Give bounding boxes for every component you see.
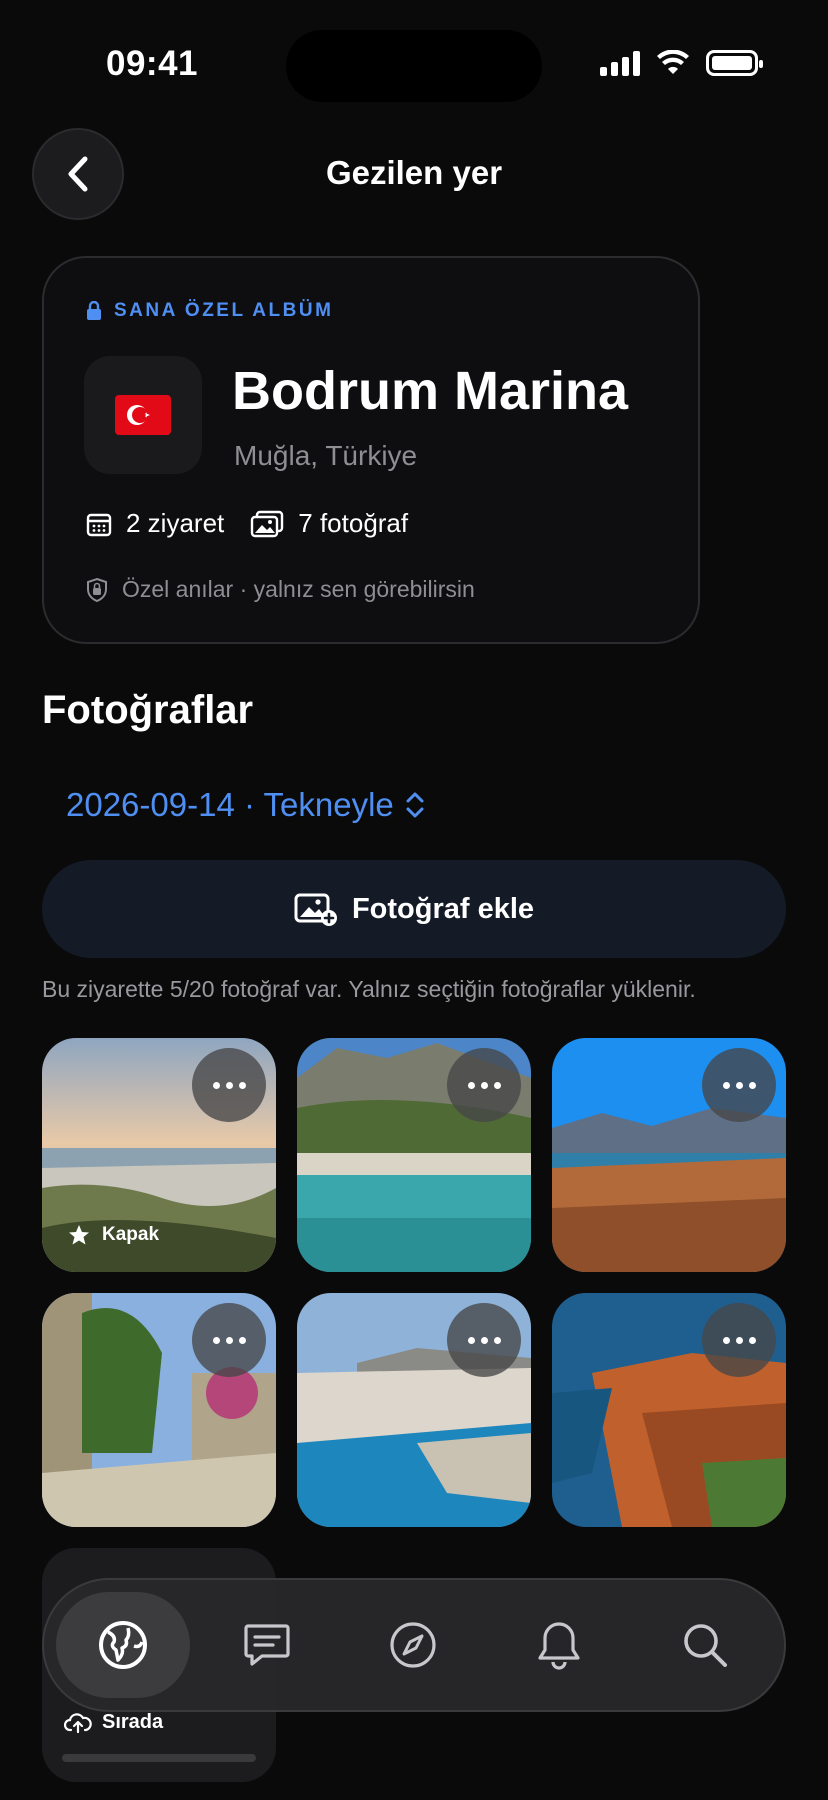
photo-thumbnail[interactable] [552, 1038, 786, 1272]
privacy-text: Özel anılar · yalnız sen görebilirsin [122, 576, 475, 602]
tab-messages[interactable] [200, 1592, 334, 1698]
cover-badge: Kapak [68, 1224, 159, 1246]
globe-icon [99, 1621, 147, 1669]
bell-icon [538, 1622, 580, 1670]
page-title: Gezilen yer [325, 154, 503, 191]
visit-selector[interactable]: 2026-09-14 · Tekneyle [66, 786, 426, 824]
more-options-button[interactable] [702, 1303, 776, 1377]
chevron-up-down-icon [406, 792, 424, 818]
tab-explore[interactable] [346, 1592, 480, 1698]
photo-thumbnail[interactable] [42, 1293, 276, 1527]
more-options-button[interactable] [192, 1048, 266, 1122]
add-photo-icon [294, 893, 337, 926]
add-photo-button[interactable]: Fotoğraf ekle [42, 860, 786, 958]
battery-icon [706, 50, 763, 76]
more-options-button[interactable] [702, 1048, 776, 1122]
lock-icon [87, 301, 101, 320]
privacy-note: Özel anılar · yalnız sen görebilirsin [86, 576, 475, 603]
flag-badge [84, 356, 202, 474]
cover-label: Kapak [102, 1224, 160, 1245]
photo-thumbnail[interactable] [297, 1038, 531, 1272]
photo-thumbnail[interactable] [552, 1293, 786, 1527]
tab-globe[interactable] [56, 1592, 190, 1698]
search-icon [684, 1624, 727, 1667]
status-time: 09:41 [106, 44, 199, 83]
visits-stat: 2 ziyaret [86, 508, 224, 539]
photos-count: 7 fotoğraf [298, 508, 409, 538]
place-card: SANA ÖZEL ALBÜM Bodrum Marina Muğla, Tür… [42, 256, 700, 644]
photo-thumbnail[interactable]: Kapak [42, 1038, 276, 1272]
place-name: Bodrum Marina [232, 361, 629, 421]
dynamic-island [286, 30, 542, 102]
tab-notifications[interactable] [492, 1592, 626, 1698]
photo-thumbnail[interactable] [297, 1293, 531, 1527]
status-icons [600, 50, 763, 76]
turkey-flag-icon [115, 395, 171, 435]
add-photo-label: Fotoğraf ekle [351, 892, 535, 925]
signal-icon [600, 50, 640, 76]
shield-lock-icon [87, 577, 107, 602]
tab-search[interactable] [638, 1592, 772, 1698]
pending-text: Sırada [102, 1711, 164, 1733]
more-options-button[interactable] [447, 1303, 521, 1377]
star-icon [69, 1225, 89, 1245]
cloud-upload-icon [64, 1712, 92, 1733]
place-location: Muğla, Türkiye [234, 440, 418, 471]
chat-icon [244, 1624, 290, 1666]
photos-stat: 7 fotoğraf [250, 508, 408, 539]
more-options-button[interactable] [447, 1048, 521, 1122]
tab-bar [42, 1578, 786, 1712]
place-stats: 2 ziyaret 7 fotoğraf [86, 508, 408, 539]
visit-selector-label: 2026-09-14 · Tekneyle [66, 786, 394, 823]
pending-label: Sırada [64, 1711, 163, 1734]
private-album-text: SANA ÖZEL ALBÜM [114, 300, 334, 321]
calendar-icon [86, 513, 112, 536]
visits-count: 2 ziyaret [126, 508, 225, 538]
upload-hint: Bu ziyarette 5/20 fotoğraf var. Yalnız s… [42, 976, 696, 1002]
photos-section-title: Fotoğraflar [42, 688, 254, 732]
wifi-icon [657, 50, 689, 74]
private-album-label: SANA ÖZEL ALBÜM [86, 300, 333, 322]
upload-progress-bar [62, 1754, 256, 1762]
more-options-button[interactable] [192, 1303, 266, 1377]
compass-icon [390, 1622, 436, 1668]
photos-icon [251, 510, 284, 537]
